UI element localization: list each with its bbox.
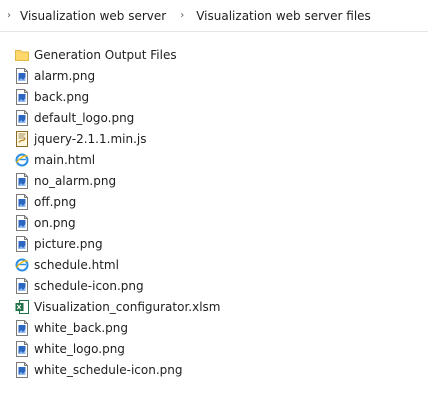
- file-name: schedule.html: [34, 257, 119, 272]
- image-file-icon: [15, 277, 29, 294]
- image-file-icon: [15, 109, 29, 126]
- file-row[interactable]: white_schedule-icon.png: [0, 359, 428, 380]
- file-name: no_alarm.png: [34, 173, 117, 188]
- file-name: main.html: [34, 152, 96, 167]
- file-row[interactable]: schedule.html: [0, 254, 428, 275]
- file-row[interactable]: jquery-2.1.1.min.js: [0, 128, 428, 149]
- breadcrumb-item-web-server-files[interactable]: Visualization web server files: [196, 9, 371, 23]
- chevron-right-icon[interactable]: ›: [177, 10, 187, 22]
- breadcrumb-item-web-server[interactable]: Visualization web server: [20, 9, 166, 23]
- file-name: schedule-icon.png: [34, 278, 144, 293]
- file-name: Visualization_configurator.xlsm: [34, 299, 221, 314]
- image-file-icon: [15, 319, 29, 336]
- file-row[interactable]: main.html: [0, 149, 428, 170]
- file-row[interactable]: Visualization_configurator.xlsm: [0, 296, 428, 317]
- image-file-icon: [15, 67, 29, 84]
- file-name: picture.png: [34, 236, 103, 251]
- html-file-icon: [15, 257, 29, 273]
- file-name: white_logo.png: [34, 341, 125, 356]
- file-row[interactable]: back.png: [0, 86, 428, 107]
- file-name: default_logo.png: [34, 110, 135, 125]
- file-name: Generation Output Files: [34, 47, 177, 62]
- file-row[interactable]: on.png: [0, 212, 428, 233]
- image-file-icon: [15, 340, 29, 357]
- file-row[interactable]: picture.png: [0, 233, 428, 254]
- image-file-icon: [15, 193, 29, 210]
- image-file-icon: [15, 235, 29, 252]
- breadcrumb: › Visualization web server › Visualizati…: [0, 0, 428, 32]
- file-row[interactable]: white_logo.png: [0, 338, 428, 359]
- file-name: jquery-2.1.1.min.js: [34, 131, 147, 146]
- file-list: Generation Output Files alarm.png back.png…: [0, 44, 428, 380]
- file-row[interactable]: schedule-icon.png: [0, 275, 428, 296]
- image-file-icon: [15, 361, 29, 378]
- file-row[interactable]: white_back.png: [0, 317, 428, 338]
- chevron-right-icon[interactable]: ›: [4, 10, 14, 22]
- file-name: white_schedule-icon.png: [34, 362, 183, 377]
- file-row[interactable]: alarm.png: [0, 65, 428, 86]
- file-name: off.png: [34, 194, 77, 209]
- file-row[interactable]: off.png: [0, 191, 428, 212]
- file-row[interactable]: default_logo.png: [0, 107, 428, 128]
- image-file-icon: [15, 214, 29, 231]
- file-row[interactable]: Generation Output Files: [0, 44, 428, 65]
- excel-file-icon: [15, 299, 29, 315]
- file-name: on.png: [34, 215, 76, 230]
- file-row[interactable]: no_alarm.png: [0, 170, 428, 191]
- image-file-icon: [15, 172, 29, 189]
- file-name: white_back.png: [34, 320, 129, 335]
- file-name: alarm.png: [34, 68, 96, 83]
- image-file-icon: [15, 88, 29, 105]
- folder-icon: [15, 47, 29, 63]
- file-name: back.png: [34, 89, 90, 104]
- script-file-icon: [15, 130, 29, 147]
- explorer-window: › Visualization web server › Visualizati…: [0, 0, 428, 396]
- html-file-icon: [15, 152, 29, 168]
